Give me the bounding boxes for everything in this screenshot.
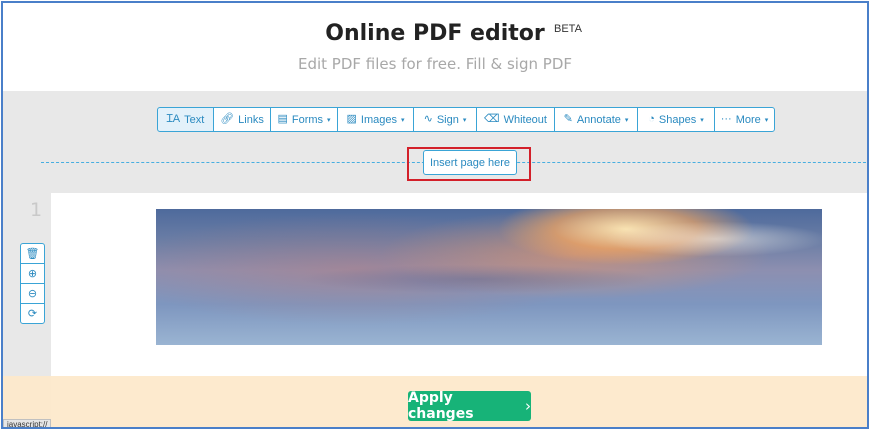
delete-page-icon: 🗑︎ [25, 248, 40, 260]
chevron-right-icon: › [525, 397, 531, 415]
toolbar-label: Links [238, 113, 264, 126]
toolbar-label: Whiteout [503, 113, 547, 126]
zoom-in-icon: ⊕ [27, 268, 38, 280]
delete-page-button[interactable]: 🗑︎ [20, 243, 45, 264]
title-row: Online PDF editor BETA [3, 21, 867, 46]
page-tools: 🗑︎ ⊕ ⊖ ⟳ [20, 243, 45, 324]
eraser-icon: ⌫ [484, 113, 500, 125]
rotate-button[interactable]: ⟳ [20, 303, 45, 324]
ellipsis-icon: ··· [720, 113, 732, 125]
toolbar-images-button[interactable]: ▨ Images ▾ [337, 107, 414, 132]
page-subtitle: Edit PDF files for free. Fill & sign PDF [297, 55, 572, 73]
toolbar-label: Sign [436, 113, 459, 126]
page-number: 1 [30, 199, 43, 221]
zoom-out-icon: ⊖ [27, 288, 38, 300]
page-image-overlay [156, 209, 822, 345]
image-icon: ▨ [346, 113, 357, 125]
shapes-icon: ◔ [648, 113, 655, 125]
page-title: Online PDF editor [325, 21, 545, 46]
signature-icon: ∿ [423, 113, 433, 125]
apply-changes-button[interactable]: Apply changes › [408, 390, 531, 422]
toolbar-links-button[interactable]: 🔗︎ Links [213, 107, 271, 132]
pen-icon: ✎ [563, 113, 573, 125]
page-header: Online PDF editor BETA Edit PDF files fo… [3, 3, 867, 91]
browser-viewport: Online PDF editor BETA Edit PDF files fo… [1, 1, 869, 429]
form-icon: ▤ [277, 113, 288, 125]
caret-down-icon: ▾ [400, 116, 405, 124]
toolbar-label: Forms [291, 113, 324, 126]
beta-badge: BETA [554, 23, 582, 35]
toolbar-more-button[interactable]: ··· More ▾ [714, 107, 775, 132]
toolbar-label: Text [184, 113, 205, 126]
link-icon: 🔗︎ [220, 113, 235, 125]
caret-down-icon: ▾ [700, 116, 704, 124]
toolbar-label: Annotate [576, 113, 621, 126]
zoom-in-button[interactable]: ⊕ [20, 263, 45, 284]
rotate-icon: ⟳ [27, 308, 38, 320]
toolbar-forms-button[interactable]: ▤ Forms ▾ [270, 107, 338, 132]
caret-down-icon: ▾ [624, 116, 629, 124]
toolbar-annotate-button[interactable]: ✎ Annotate ▾ [554, 107, 638, 132]
zoom-out-button[interactable]: ⊖ [20, 283, 45, 304]
toolbar-text-button[interactable]: ꞮA Text [157, 107, 214, 132]
toolbar-label: Shapes [658, 113, 697, 126]
status-bar-url: javascript:// [3, 419, 51, 427]
toolbar-whiteout-button[interactable]: ⌫ Whiteout [476, 107, 555, 132]
caret-down-icon: ▾ [462, 116, 467, 124]
toolbar-sign-button[interactable]: ∿ Sign ▾ [413, 107, 477, 132]
caret-down-icon: ▾ [327, 116, 331, 124]
caret-down-icon: ▾ [764, 116, 769, 124]
insert-page-button[interactable]: Insert page here [423, 150, 517, 175]
toolbar-label: More [735, 113, 761, 126]
toolbar-label: Images [360, 113, 397, 126]
editor-toolbar: ꞮA Text 🔗︎ Links ▤ Forms ▾ ▨ Images ▾ ∿ Sign ▾ ⌫ White… [157, 107, 775, 132]
text-cursor-icon: ꞮA [166, 113, 181, 125]
toolbar-shapes-button[interactable]: ◔ Shapes ▾ [637, 107, 715, 132]
apply-changes-label: Apply changes [408, 390, 474, 422]
